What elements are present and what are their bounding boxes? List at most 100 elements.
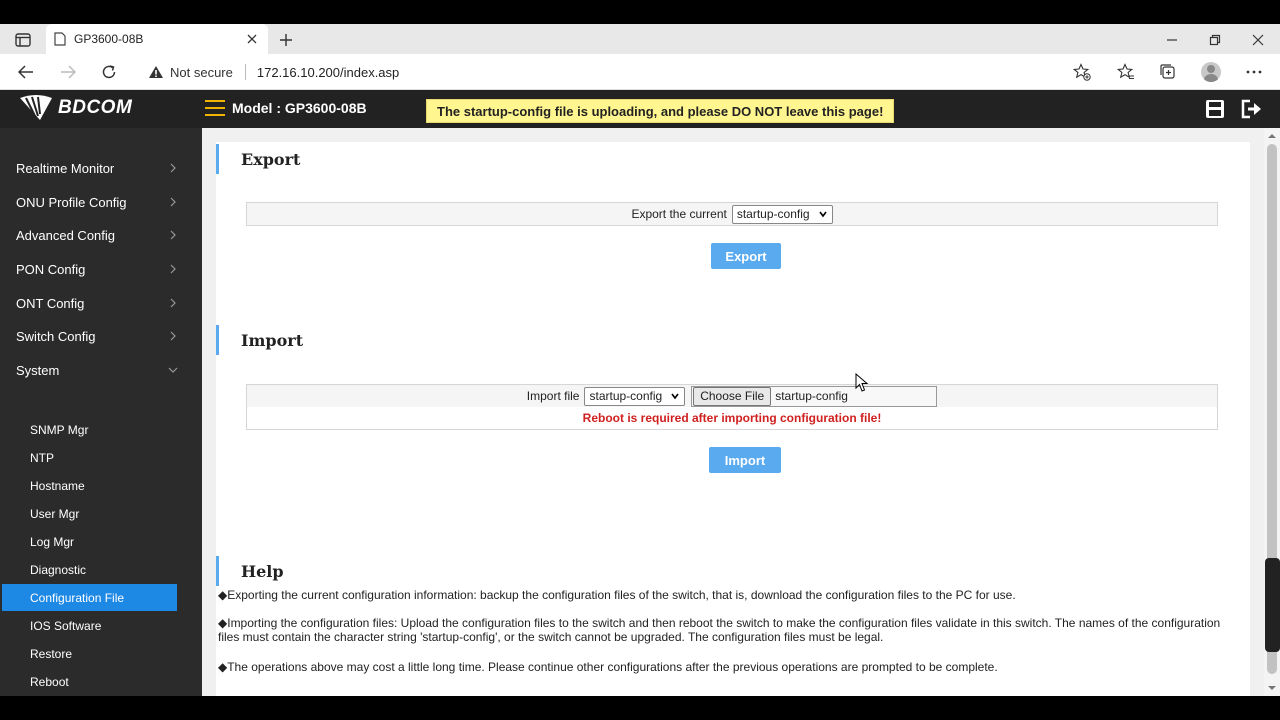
sidebar-item-label: Advanced Config [16,227,116,243]
forward-button[interactable] [54,58,82,86]
brand-logo: BDCOM [18,94,132,122]
chevron-down-icon [818,211,827,218]
page-scrollbar[interactable] [1264,128,1280,696]
menu-toggle-icon[interactable] [205,100,225,116]
export-config-select[interactable]: startup-config [731,204,833,224]
save-button[interactable] [1203,98,1227,120]
sidebar-subitem-restore[interactable]: Restore [2,640,177,667]
export-form-row: Export the current startup-config [246,202,1218,226]
security-label[interactable]: Not secure [170,65,233,80]
browser-tab[interactable]: GP3600-08B [46,24,268,54]
chevron-right-icon [170,298,176,308]
import-config-select[interactable]: startup-config [584,386,686,406]
new-tab-button[interactable] [275,29,297,51]
sidebar-item-label: System [16,362,60,378]
sidebar-subitem-reboot[interactable]: Reboot [2,668,177,695]
sidebar-item-advanced-config[interactable]: Advanced Config [0,220,202,250]
page-icon [54,32,66,46]
sidebar: Realtime Monitor ONU Profile Config Adva… [0,128,202,696]
save-icon [1206,100,1224,118]
sidebar-subitem-label: Hostname [30,478,85,493]
sidebar-subitem-diagnostic[interactable]: Diagnostic [2,556,177,583]
url-text[interactable]: 172.16.10.200/index.asp [257,65,399,80]
collections-button[interactable] [1154,58,1182,86]
star-add-icon [1073,63,1091,81]
sidebar-item-label: ONT Config [16,295,85,311]
more-menu-button[interactable] [1240,58,1268,86]
close-icon [247,34,257,44]
sidebar-item-ont-config[interactable]: ONT Config [0,288,202,318]
tab-actions-icon [15,33,31,47]
browser-toolbar: Not secure 172.16.10.200/index.asp [0,54,1280,90]
sidebar-item-pon-config[interactable]: PON Config [0,254,202,284]
collections-icon [1160,64,1175,79]
choose-file-button[interactable]: Choose File [693,386,772,406]
favorites-button[interactable] [1112,58,1140,86]
export-button[interactable]: Export [711,243,781,269]
minimize-icon [1167,39,1177,41]
back-button[interactable] [12,58,40,86]
close-tab-button[interactable] [242,29,262,49]
chevron-right-icon [170,331,176,341]
sidebar-subitem-log-mgr[interactable]: Log Mgr [2,528,177,555]
sidebar-subitem-label: SNMP Mgr [30,422,89,437]
profile-button[interactable] [1197,58,1225,86]
sidebar-subitem-label: Restore [30,646,73,661]
tab-actions-button[interactable] [10,30,36,50]
add-favorite-button[interactable] [1072,62,1092,82]
address-bar[interactable]: Not secure 172.16.10.200/index.asp [138,58,1102,86]
restore-button[interactable] [1201,29,1229,51]
sidebar-subitem-user-mgr[interactable]: User Mgr [2,500,177,527]
sidebar-subitem-label: User Mgr [30,506,80,521]
chevron-right-icon [170,264,176,274]
tab-title: GP3600-08B [74,32,144,46]
chevron-down-icon [168,367,178,373]
sidebar-item-label: ONU Profile Config [16,194,127,210]
main-content: Export Export the current startup-config… [202,128,1264,696]
export-section-title: Export [216,144,300,174]
sidebar-subitem-configuration-file[interactable]: Configuration File [2,584,177,611]
logout-icon [1241,99,1261,119]
import-section-title: Import [216,325,303,355]
tab-strip: GP3600-08B [0,24,1280,54]
close-window-button[interactable] [1244,29,1272,51]
logout-button[interactable] [1240,98,1264,120]
scroll-up-icon[interactable] [1267,131,1277,141]
sidebar-subitem-label: Reboot [30,674,69,689]
refresh-icon [102,65,116,79]
export-selected-value: startup-config [736,207,810,221]
sidebar-subitem-label: Configuration File [30,590,125,605]
favorites-icon [1117,63,1134,79]
close-icon [1252,34,1264,46]
sidebar-subitem-ntp[interactable]: NTP [2,444,177,471]
sidebar-item-switch-config[interactable]: Switch Config [0,321,202,351]
help-text-operations: ◆The operations above may cost a little … [218,660,998,674]
sidebar-subitem-label: IOS Software [30,618,102,633]
refresh-button[interactable] [95,58,123,86]
config-file-panel: Export Export the current startup-config… [216,142,1250,696]
sidebar-item-system[interactable]: System [0,355,202,385]
mouse-cursor-icon [855,373,869,392]
help-text-import: ◆Importing the configuration files: Uplo… [218,616,1221,644]
sidebar-subitem-snmp-mgr[interactable]: SNMP Mgr [2,416,177,443]
selected-file-name: startup-config [775,389,848,403]
arrow-right-icon [61,65,76,79]
sidebar-subitem-label: Diagnostic [30,562,87,577]
sidebar-item-realtime-monitor[interactable]: Realtime Monitor [0,153,202,183]
chevron-down-icon [671,393,679,400]
sidebar-item-onu-profile-config[interactable]: ONU Profile Config [0,187,202,217]
import-label: Import file [526,389,580,403]
scroll-down-icon[interactable] [1267,683,1277,693]
more-icon [1246,70,1262,74]
sidebar-subitem-label: NTP [30,450,54,465]
app-header: BDCOM Model : GP3600-08B The startup-con… [0,90,1280,128]
sidebar-subitem-ios-software[interactable]: IOS Software [2,612,177,639]
import-button[interactable]: Import [709,447,781,473]
sidebar-subitem-hostname[interactable]: Hostname [2,472,177,499]
minimize-button[interactable] [1158,29,1186,51]
sidebar-item-label: Realtime Monitor [16,160,115,176]
import-file-input[interactable]: Choose File startup-config [691,385,938,407]
scrollbar-thumb[interactable] [1265,558,1280,652]
help-text-export: ◆Exporting the current configuration inf… [218,588,1016,602]
restore-icon [1209,34,1221,46]
